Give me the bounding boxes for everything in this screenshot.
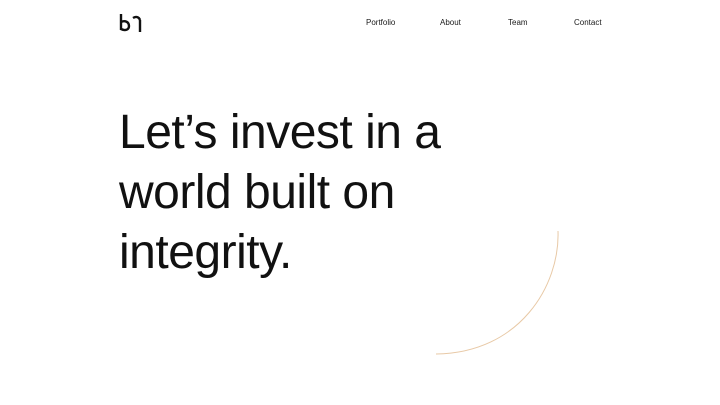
hero-line-2: world built on: [119, 166, 395, 219]
nav-link-portfolio[interactable]: Portfolio: [366, 17, 395, 29]
nav-link-team[interactable]: Team: [508, 17, 528, 29]
nav-link-about[interactable]: About: [440, 17, 461, 29]
brand-logo-icon[interactable]: [118, 12, 144, 34]
nav-link-contact[interactable]: Contact: [574, 17, 602, 29]
decorative-arc: [435, 230, 559, 355]
hero-line-1: Let’s invest in a: [119, 106, 441, 159]
main-nav: Portfolio About Team Contact: [340, 17, 602, 31]
